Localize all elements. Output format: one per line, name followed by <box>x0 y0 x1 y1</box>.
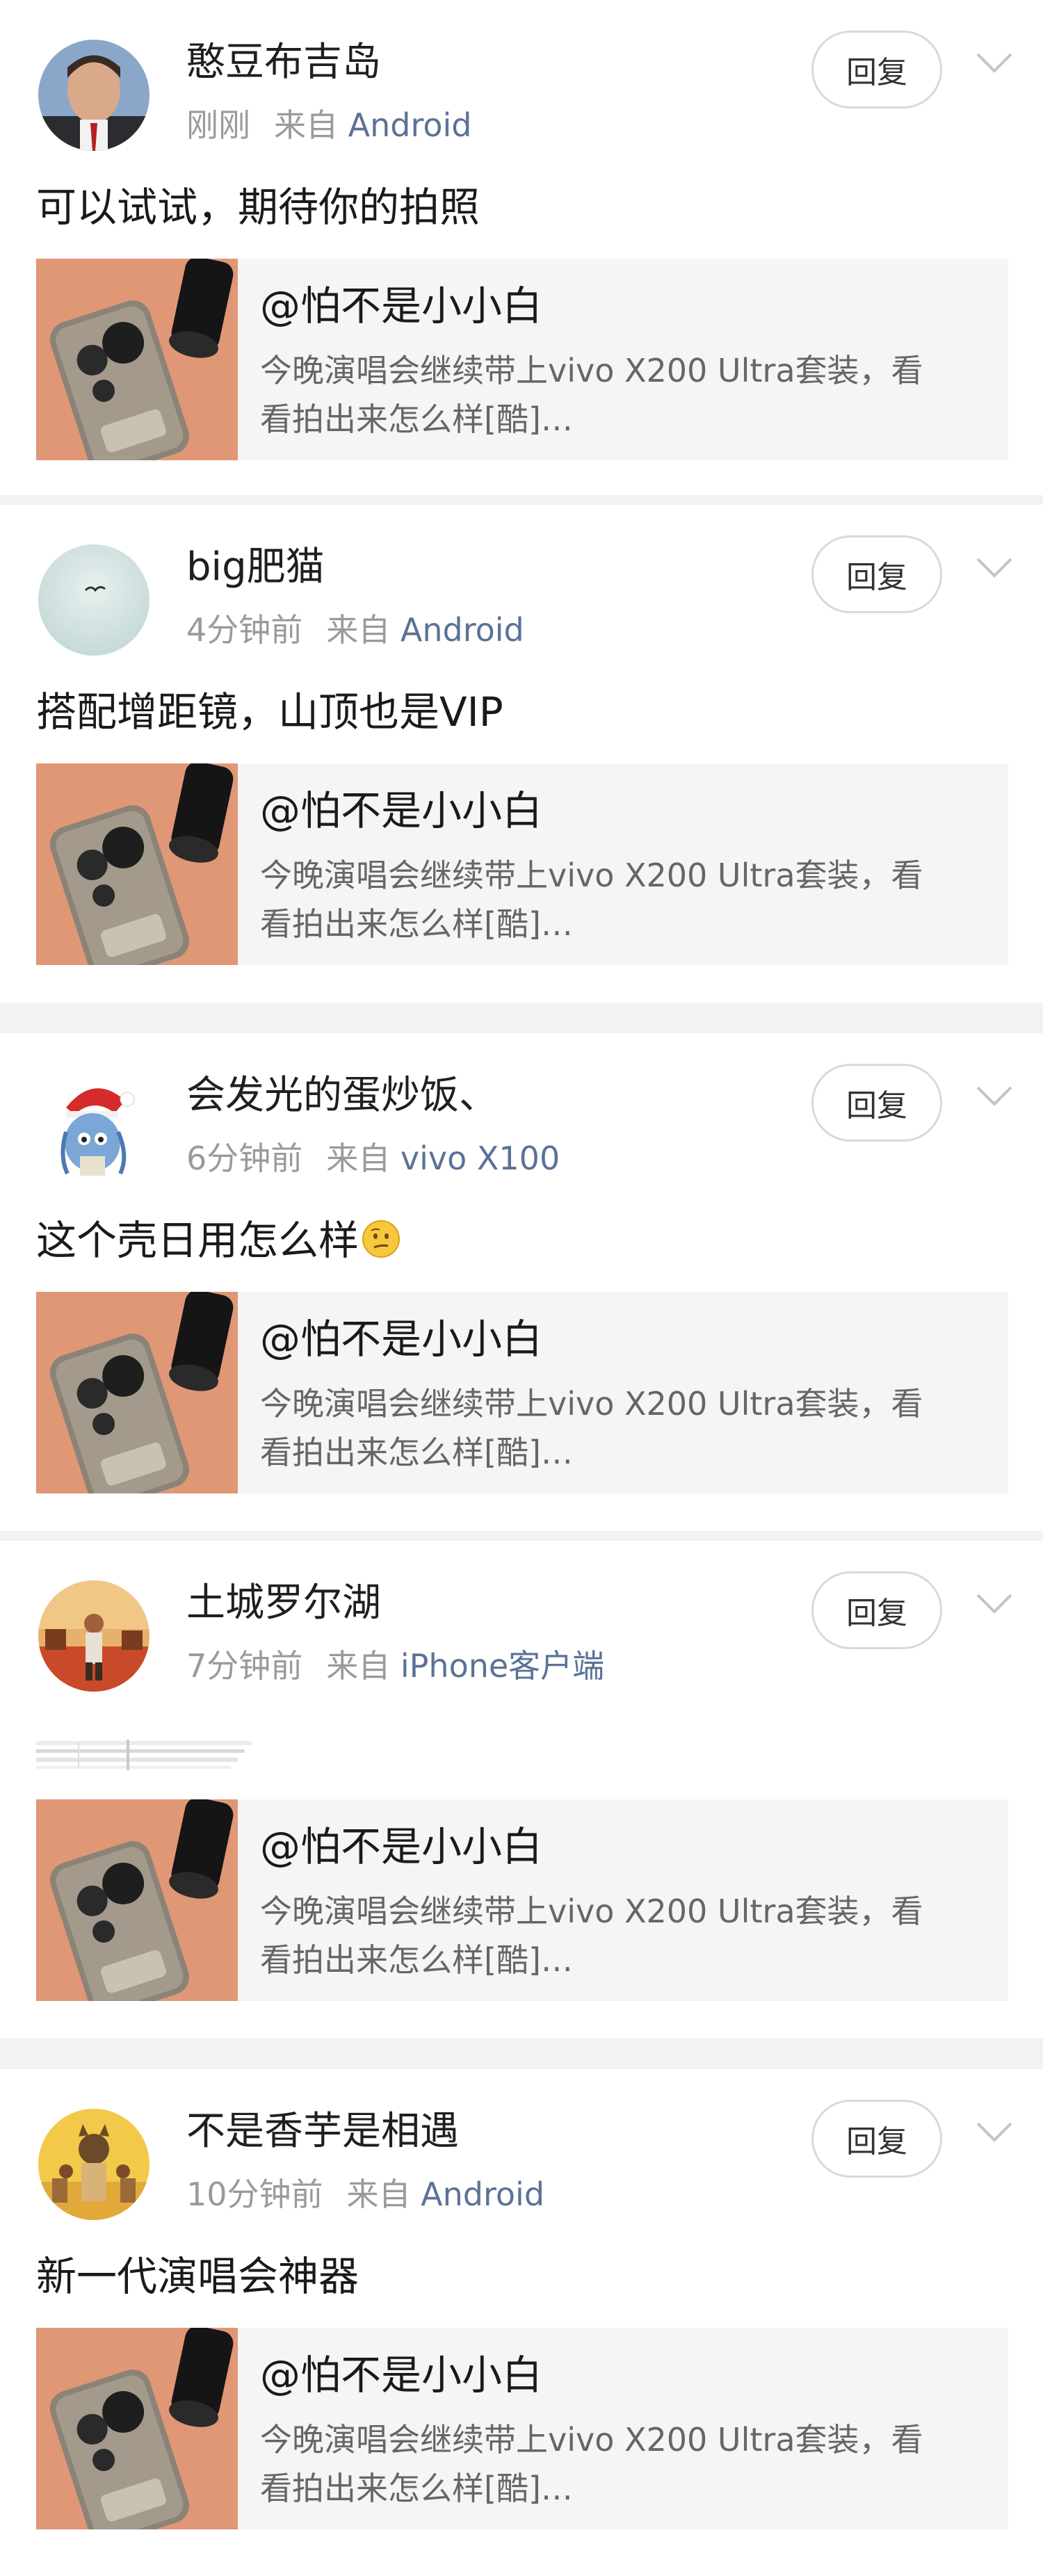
quoted-author[interactable]: @怕不是小小白 <box>260 278 542 334</box>
quoted-text: 今晚演唱会继续带上vivo X200 Ultra套装，看 看拍出来怎么样[酷]… <box>260 1385 923 1471</box>
quoted-post-card[interactable]: @怕不是小小白 今晚演唱会继续带上vivo X200 Ultra套装，看 看拍出… <box>36 2328 1008 2529</box>
from-label: 来自 <box>274 106 338 144</box>
chevron-down-icon[interactable] <box>973 49 1015 76</box>
quoted-author[interactable]: @怕不是小小白 <box>260 783 542 839</box>
from-label: 来自 <box>326 611 391 649</box>
comment-meta: 6分钟前 来自 vivo X100 <box>186 1137 560 1179</box>
comment-feed: 憨豆布吉岛 刚刚 来自 Android 回复 可以试试，期待你的拍照 @怕不是小… <box>0 0 1043 2576</box>
quoted-post-thumbnail <box>36 1799 238 2001</box>
comment-item: 憨豆布吉岛 刚刚 来自 Android 回复 可以试试，期待你的拍照 @怕不是小… <box>0 0 1043 495</box>
comment-meta: 4分钟前 来自 Android <box>186 609 524 651</box>
timestamp: 6分钟前 <box>186 1140 303 1177</box>
quoted-post-thumbnail <box>36 1292 238 1493</box>
reply-button[interactable]: 回复 <box>811 31 942 108</box>
user-avatar[interactable] <box>38 1073 149 1184</box>
user-avatar[interactable] <box>38 544 149 656</box>
quoted-author[interactable]: @怕不是小小白 <box>260 1819 542 1874</box>
comment-text: 这个壳日用怎么样 <box>36 1213 402 1268</box>
thinking-face-emoji <box>362 1220 401 1258</box>
chevron-down-icon[interactable] <box>973 553 1015 581</box>
chevron-down-icon[interactable] <box>973 1589 1015 1617</box>
quoted-post-thumbnail <box>36 763 238 965</box>
quoted-post-card[interactable]: @怕不是小小白 今晚演唱会继续带上vivo X200 Ultra套装，看 看拍出… <box>36 1799 1008 2001</box>
comment-text: 搭配增距镜，山顶也是VIP <box>36 688 503 736</box>
user-avatar[interactable] <box>38 1580 149 1692</box>
username[interactable]: 不是香芋是相遇 <box>186 2104 459 2160</box>
quoted-post-card[interactable]: @怕不是小小白 今晚演唱会继续带上vivo X200 Ultra套装，看 看拍出… <box>36 1292 1008 1493</box>
comment-text: 新一代演唱会神器 <box>36 2253 359 2300</box>
chevron-down-icon[interactable] <box>973 1082 1015 1110</box>
reply-button[interactable]: 回复 <box>811 535 942 613</box>
reply-button[interactable]: 回复 <box>811 2100 942 2178</box>
comment-item: 不是香芋是相遇 10分钟前 来自 Android 回复 新一代演唱会神器 @怕不… <box>0 2069 1043 2576</box>
quoted-text: 今晚演唱会继续带上vivo X200 Ultra套装，看 看拍出来怎么样[酷]… <box>260 1893 923 1979</box>
user-avatar[interactable] <box>38 40 149 151</box>
quoted-author[interactable]: @怕不是小小白 <box>260 2347 542 2403</box>
quoted-post-thumbnail <box>36 2328 238 2529</box>
comment-meta: 刚刚 来自 Android <box>186 104 471 146</box>
quoted-post-thumbnail <box>36 259 238 460</box>
source-link[interactable]: vivo X100 <box>401 1140 560 1177</box>
comment-item: big肥猫 4分钟前 来自 Android 回复 搭配增距镜，山顶也是VIP @… <box>0 505 1043 1003</box>
comment-meta: 7分钟前 来自 iPhone客户端 <box>186 1645 604 1687</box>
from-label: 来自 <box>346 2176 411 2213</box>
comment-text: 可以试试，期待你的拍照 <box>36 184 480 231</box>
source-link[interactable]: Android <box>421 2176 544 2213</box>
timestamp: 10分钟前 <box>186 2176 323 2213</box>
comment-item: 会发光的蛋炒饭、 6分钟前 来自 vivo X100 回复 这个壳日用怎么样 @… <box>0 1033 1043 1531</box>
timestamp: 刚刚 <box>186 106 250 144</box>
quoted-text: 今晚演唱会继续带上vivo X200 Ultra套装，看 看拍出来怎么样[酷]… <box>260 857 923 943</box>
source-link[interactable]: Android <box>348 106 472 144</box>
timestamp: 7分钟前 <box>186 1647 303 1685</box>
user-avatar[interactable] <box>38 2109 149 2220</box>
username[interactable]: 憨豆布吉岛 <box>186 35 381 90</box>
quoted-text: 今晚演唱会继续带上vivo X200 Ultra套装，看 看拍出来怎么样[酷]… <box>260 2421 923 2507</box>
quoted-post-card[interactable]: @怕不是小小白 今晚演唱会继续带上vivo X200 Ultra套装，看 看拍出… <box>36 259 1008 460</box>
from-label: 来自 <box>326 1140 391 1177</box>
comment-meta: 10分钟前 来自 Android <box>186 2173 544 2215</box>
chevron-down-icon[interactable] <box>973 2118 1015 2146</box>
source-link[interactable]: iPhone客户端 <box>401 1647 604 1685</box>
quoted-post-card[interactable]: @怕不是小小白 今晚演唱会继续带上vivo X200 Ultra套装，看 看拍出… <box>36 763 1008 965</box>
quoted-text: 今晚演唱会继续带上vivo X200 Ultra套装，看 看拍出来怎么样[酷]… <box>260 352 923 438</box>
username[interactable]: 土城罗尔湖 <box>186 1575 381 1631</box>
source-link[interactable]: Android <box>401 611 524 649</box>
username[interactable]: 会发光的蛋炒饭、 <box>186 1068 498 1124</box>
from-label: 来自 <box>326 1647 391 1685</box>
blurred-comment-text <box>36 1740 252 1770</box>
timestamp: 4分钟前 <box>186 611 303 649</box>
username[interactable]: big肥猫 <box>186 540 325 595</box>
reply-button[interactable]: 回复 <box>811 1571 942 1649</box>
comment-item: 土城罗尔湖 7分钟前 来自 iPhone客户端 回复 @怕不是小小白 今晚演唱会… <box>0 1541 1043 2039</box>
quoted-author[interactable]: @怕不是小小白 <box>260 1311 542 1367</box>
reply-button[interactable]: 回复 <box>811 1064 942 1142</box>
